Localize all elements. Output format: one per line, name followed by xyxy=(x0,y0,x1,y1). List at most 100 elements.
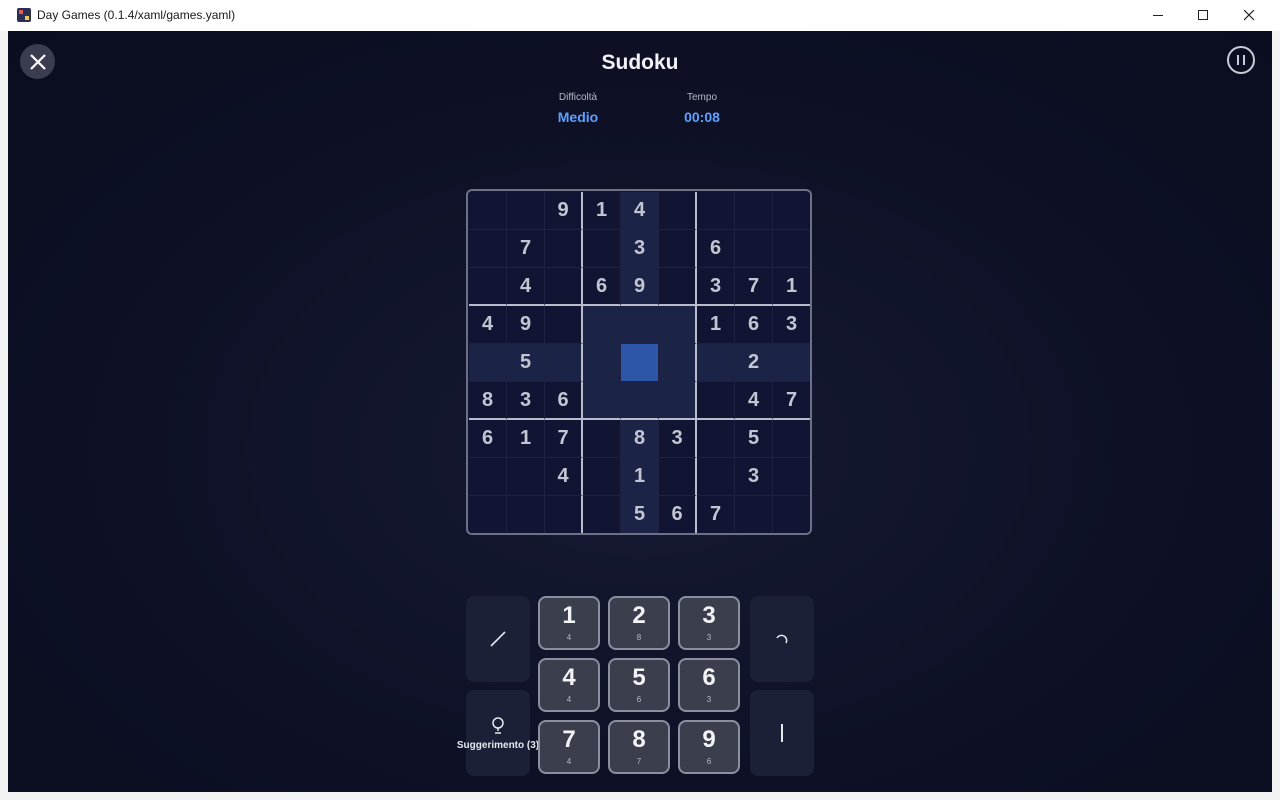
sudoku-cell[interactable] xyxy=(697,344,735,382)
number-button[interactable]: 14 xyxy=(538,596,600,650)
sudoku-cell[interactable]: 4 xyxy=(545,458,583,496)
sudoku-cell[interactable]: 6 xyxy=(469,420,507,458)
sudoku-cell[interactable]: 6 xyxy=(735,306,773,344)
sudoku-cell[interactable] xyxy=(469,230,507,268)
sudoku-cell[interactable] xyxy=(469,268,507,306)
sudoku-cell[interactable] xyxy=(659,192,697,230)
sudoku-cell[interactable] xyxy=(735,496,773,533)
number-button[interactable]: 74 xyxy=(538,720,600,774)
sudoku-cell[interactable]: 5 xyxy=(507,344,545,382)
sudoku-cell[interactable]: 8 xyxy=(621,420,659,458)
erase-button[interactable] xyxy=(750,690,814,776)
sudoku-cell[interactable]: 6 xyxy=(659,496,697,533)
number-button[interactable]: 28 xyxy=(608,596,670,650)
number-button[interactable]: 63 xyxy=(678,658,740,712)
sudoku-cell[interactable] xyxy=(469,344,507,382)
sudoku-cell[interactable] xyxy=(583,420,621,458)
number-button[interactable]: 87 xyxy=(608,720,670,774)
undo-button[interactable] xyxy=(750,596,814,682)
sudoku-cell[interactable] xyxy=(545,496,583,533)
sudoku-cell[interactable] xyxy=(773,230,810,268)
sudoku-cell[interactable]: 1 xyxy=(583,192,621,230)
sudoku-cell[interactable] xyxy=(697,458,735,496)
sudoku-cell[interactable]: 5 xyxy=(735,420,773,458)
eraser-icon xyxy=(781,724,783,742)
sudoku-cell[interactable]: 7 xyxy=(773,382,810,420)
maximize-button[interactable] xyxy=(1180,0,1226,31)
sudoku-cell[interactable]: 3 xyxy=(697,268,735,306)
sudoku-cell[interactable] xyxy=(545,306,583,344)
sudoku-cell[interactable]: 1 xyxy=(507,420,545,458)
sudoku-cell[interactable] xyxy=(583,230,621,268)
sudoku-cell[interactable] xyxy=(545,268,583,306)
sudoku-cell[interactable] xyxy=(545,230,583,268)
sudoku-cell[interactable]: 9 xyxy=(507,306,545,344)
sudoku-cell[interactable]: 4 xyxy=(735,382,773,420)
timer-value: 00:08 xyxy=(684,109,720,125)
sudoku-cell[interactable]: 9 xyxy=(621,268,659,306)
sudoku-cell[interactable]: 9 xyxy=(545,192,583,230)
sudoku-cell[interactable]: 7 xyxy=(545,420,583,458)
sudoku-cell[interactable] xyxy=(583,344,621,382)
sudoku-cell[interactable] xyxy=(697,192,735,230)
sudoku-cell[interactable] xyxy=(469,192,507,230)
sudoku-cell[interactable] xyxy=(659,268,697,306)
sudoku-cell[interactable]: 3 xyxy=(507,382,545,420)
sudoku-cell[interactable]: 4 xyxy=(621,192,659,230)
sudoku-cell[interactable] xyxy=(507,458,545,496)
sudoku-cell[interactable] xyxy=(545,344,583,382)
sudoku-cell[interactable] xyxy=(659,306,697,344)
sudoku-cell[interactable]: 7 xyxy=(735,268,773,306)
sudoku-cell[interactable] xyxy=(735,230,773,268)
sudoku-cell[interactable] xyxy=(583,382,621,420)
sudoku-cell[interactable] xyxy=(735,192,773,230)
sudoku-cell[interactable] xyxy=(773,344,810,382)
sudoku-cell[interactable]: 8 xyxy=(469,382,507,420)
number-button[interactable]: 33 xyxy=(678,596,740,650)
sudoku-cell[interactable]: 1 xyxy=(621,458,659,496)
window-close-button[interactable] xyxy=(1226,0,1272,31)
sudoku-cell[interactable] xyxy=(659,458,697,496)
sudoku-cell[interactable] xyxy=(583,496,621,533)
sudoku-cell[interactable] xyxy=(773,420,810,458)
sudoku-cell[interactable]: 2 xyxy=(735,344,773,382)
sudoku-cell[interactable]: 6 xyxy=(583,268,621,306)
sudoku-cell[interactable]: 3 xyxy=(621,230,659,268)
sudoku-cell[interactable] xyxy=(621,382,659,420)
sudoku-cell[interactable]: 6 xyxy=(545,382,583,420)
sudoku-cell[interactable] xyxy=(469,458,507,496)
number-button[interactable]: 44 xyxy=(538,658,600,712)
sudoku-cell[interactable] xyxy=(583,306,621,344)
sudoku-cell[interactable]: 5 xyxy=(621,496,659,533)
timer-label: Tempo xyxy=(686,92,717,103)
sudoku-cell[interactable] xyxy=(621,306,659,344)
sudoku-cell[interactable]: 1 xyxy=(773,268,810,306)
sudoku-cell[interactable]: 7 xyxy=(507,230,545,268)
sudoku-cell[interactable]: 7 xyxy=(697,496,735,533)
number-button[interactable]: 56 xyxy=(608,658,670,712)
sudoku-cell[interactable]: 4 xyxy=(469,306,507,344)
notes-pencil-button[interactable] xyxy=(466,596,530,682)
sudoku-cell[interactable] xyxy=(583,458,621,496)
sudoku-cell[interactable]: 3 xyxy=(735,458,773,496)
sudoku-cell[interactable] xyxy=(773,192,810,230)
sudoku-cell[interactable] xyxy=(697,420,735,458)
sudoku-cell[interactable] xyxy=(697,382,735,420)
sudoku-cell[interactable] xyxy=(659,382,697,420)
sudoku-cell[interactable] xyxy=(659,344,697,382)
sudoku-cell[interactable] xyxy=(507,192,545,230)
sudoku-cell[interactable] xyxy=(659,230,697,268)
sudoku-cell[interactable]: 1 xyxy=(697,306,735,344)
sudoku-cell[interactable]: 3 xyxy=(659,420,697,458)
minimize-button[interactable] xyxy=(1135,0,1181,31)
hint-button[interactable]: Suggerimento (3) xyxy=(457,690,539,776)
sudoku-cell[interactable] xyxy=(621,344,659,382)
sudoku-cell[interactable]: 6 xyxy=(697,230,735,268)
number-button[interactable]: 96 xyxy=(678,720,740,774)
sudoku-cell[interactable] xyxy=(773,496,810,533)
sudoku-cell[interactable]: 3 xyxy=(773,306,810,344)
sudoku-cell[interactable] xyxy=(507,496,545,533)
sudoku-cell[interactable] xyxy=(773,458,810,496)
sudoku-cell[interactable] xyxy=(469,496,507,533)
sudoku-cell[interactable]: 4 xyxy=(507,268,545,306)
